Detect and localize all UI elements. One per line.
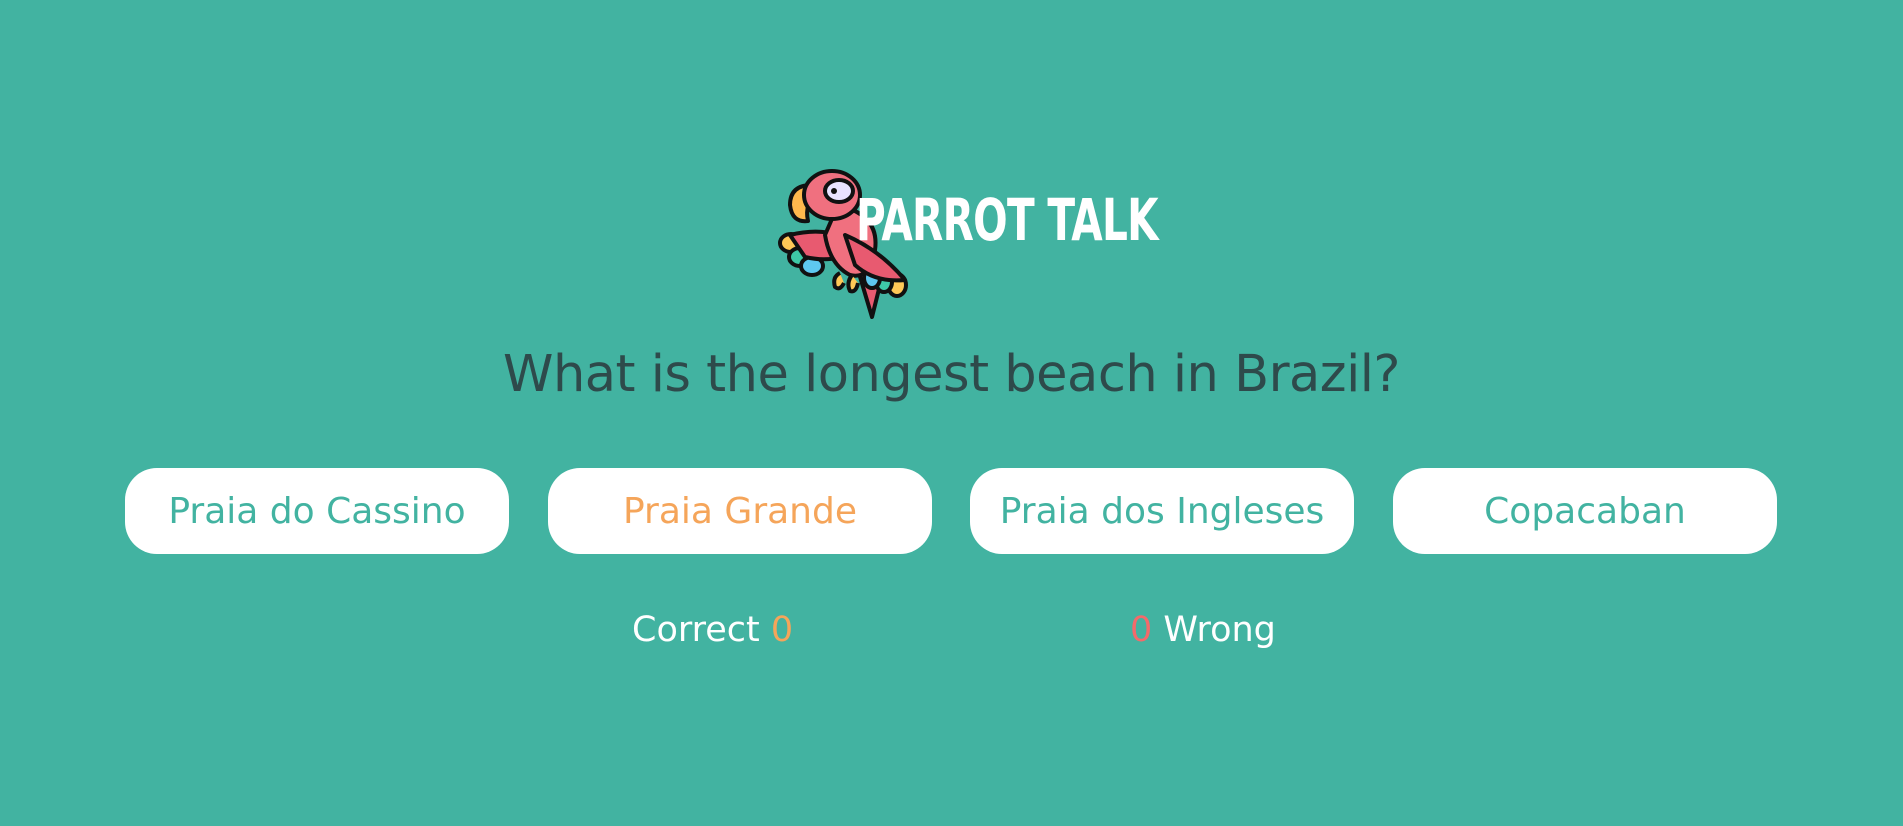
question-text: What is the longest beach in Brazil?	[503, 345, 1400, 404]
answer-button-1[interactable]: Praia do Cassino	[125, 468, 509, 554]
answer-button-4[interactable]: Copacaban	[1393, 468, 1777, 554]
correct-count: 0	[770, 610, 794, 650]
quiz-page: PARROT TALK What is the longest beach in…	[0, 0, 1903, 826]
brand-logo: PARROT TALK	[760, 165, 1160, 325]
answer-button-2[interactable]: Praia Grande	[548, 468, 932, 554]
correct-label: Correct	[632, 610, 760, 650]
wrong-label: Wrong	[1163, 610, 1276, 650]
wrong-score: 0 Wrong	[1130, 610, 1276, 650]
correct-score: Correct 0	[632, 610, 793, 650]
brand-title: PARROT TALK	[856, 186, 1159, 254]
answer-button-3[interactable]: Praia dos Ingleses	[970, 468, 1354, 554]
wrong-count: 0	[1130, 610, 1153, 650]
